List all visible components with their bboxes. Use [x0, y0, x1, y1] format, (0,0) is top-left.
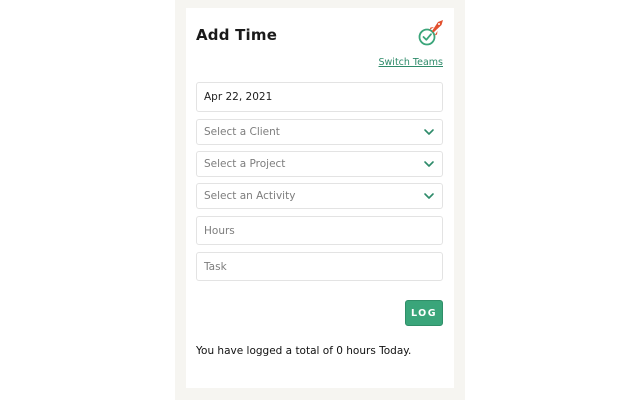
chevron-down-icon: [423, 127, 435, 137]
project-select[interactable]: Select a Project: [196, 151, 443, 177]
task-placeholder: Task: [204, 260, 227, 273]
date-value: Apr 22, 2021: [204, 91, 273, 103]
client-select-placeholder: Select a Client: [204, 126, 280, 138]
activity-select-placeholder: Select an Activity: [204, 190, 296, 202]
task-input[interactable]: Task: [196, 252, 443, 281]
log-button[interactable]: LOG: [405, 300, 443, 326]
hours-placeholder: Hours: [204, 224, 235, 237]
page-title: Add Time: [196, 26, 278, 44]
chevron-down-icon: [423, 191, 435, 201]
hours-input[interactable]: Hours: [196, 216, 443, 245]
logged-hours-summary: You have logged a total of 0 hours Today…: [196, 345, 412, 357]
switch-teams-link[interactable]: Switch Teams: [379, 57, 444, 68]
client-select[interactable]: Select a Client: [196, 119, 443, 145]
activity-select[interactable]: Select an Activity: [196, 183, 443, 209]
rocket-checkmark-icon: [416, 18, 446, 48]
chevron-down-icon: [423, 159, 435, 169]
date-field[interactable]: Apr 22, 2021: [196, 82, 443, 112]
add-time-card: Add Time Switch Teams Apr 22, 2021 Selec…: [186, 8, 454, 388]
project-select-placeholder: Select a Project: [204, 158, 286, 170]
